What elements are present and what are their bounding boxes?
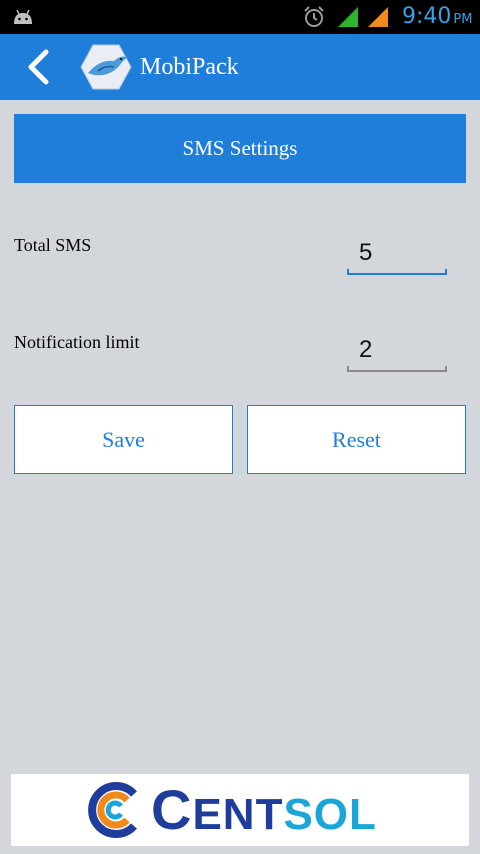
clock: 9:40 PM (402, 3, 472, 34)
status-bar: 9:40 PM (0, 0, 480, 34)
alarm-icon (304, 6, 324, 27)
total-sms-label: Total SMS (14, 235, 92, 255)
brand-rest: ENT (192, 790, 284, 839)
centsol-brand: CENTSOL (151, 782, 377, 841)
total-sms-value: 5 (359, 239, 373, 266)
sms-settings-header: SMS Settings (14, 114, 466, 183)
notification-limit-label: Notification limit (14, 332, 140, 352)
input-tick-right (445, 269, 447, 275)
signal-icon (368, 7, 388, 27)
notification-limit-value: 2 (359, 336, 373, 363)
brand-initial: C (151, 778, 193, 841)
input-underline (347, 273, 447, 275)
footer-banner: CENTSOL (11, 774, 469, 846)
reset-button[interactable]: Reset (247, 405, 466, 474)
chevron-left-icon[interactable] (22, 48, 56, 86)
centsol-logo-icon (88, 782, 137, 838)
clock-ampm: PM (453, 12, 473, 27)
input-tick-right (445, 366, 447, 372)
input-tick-left (347, 366, 349, 372)
input-tick-left (347, 269, 349, 275)
clock-time: 9:40 (402, 4, 452, 29)
bird-logo-icon[interactable] (80, 43, 132, 91)
input-underline (347, 370, 447, 372)
signal-icon (338, 7, 358, 27)
notification-limit-input[interactable]: 2 (347, 332, 447, 372)
save-button[interactable]: Save (14, 405, 233, 474)
action-bar: MobiPack (0, 34, 480, 100)
brand-part2: SOL (283, 790, 377, 839)
total-sms-input[interactable]: 5 (347, 235, 447, 275)
android-icon (14, 9, 32, 24)
app-title: MobiPack (140, 54, 239, 80)
brand-part1: CENT (151, 778, 283, 841)
